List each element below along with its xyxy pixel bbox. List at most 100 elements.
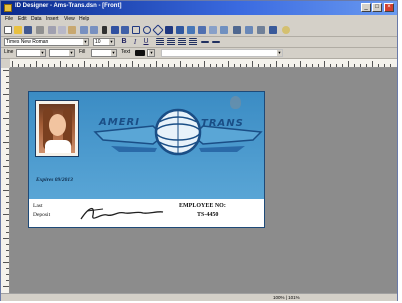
signature-icon[interactable] bbox=[77, 201, 167, 225]
font-name-select[interactable]: Times New Roman ▼ bbox=[4, 38, 89, 46]
new-icon[interactable] bbox=[4, 26, 12, 34]
italic-button[interactable]: I bbox=[131, 38, 139, 46]
employee-number-label[interactable]: EMPLOYEE NO: bbox=[179, 203, 226, 209]
title-bar[interactable]: ID Designer - Ams-Trans.dsn - [Front] _ … bbox=[1, 1, 397, 15]
undo-icon[interactable] bbox=[80, 26, 88, 34]
font-name-value: Times New Roman bbox=[6, 39, 49, 45]
copy-icon[interactable] bbox=[58, 26, 66, 34]
redo-icon[interactable] bbox=[90, 26, 98, 34]
ruler-tick bbox=[216, 64, 217, 67]
ruler-tick bbox=[3, 118, 9, 119]
group-icon[interactable] bbox=[245, 26, 253, 34]
bold-button[interactable]: B bbox=[120, 38, 128, 46]
ruler-tick bbox=[6, 112, 9, 113]
menu-view[interactable]: View bbox=[64, 16, 75, 22]
menu-help[interactable]: Help bbox=[79, 16, 89, 22]
print-preview-icon[interactable] bbox=[269, 26, 277, 34]
ruler-tick bbox=[6, 88, 9, 89]
barcode-icon[interactable] bbox=[176, 26, 184, 34]
align-left-icon[interactable] bbox=[156, 38, 164, 46]
corner-emblem-icon[interactable] bbox=[230, 96, 241, 109]
paste-icon[interactable] bbox=[68, 26, 76, 34]
pointer-icon[interactable] bbox=[102, 26, 107, 34]
rectangle-tool-icon[interactable] bbox=[132, 26, 140, 34]
fill-select[interactable]: ▼ bbox=[91, 49, 117, 57]
winged-globe-logo bbox=[93, 108, 263, 156]
ruler-tick bbox=[3, 94, 9, 95]
ruler-tick bbox=[6, 136, 9, 137]
ruler-tick bbox=[306, 64, 307, 67]
ruler-tick bbox=[330, 64, 331, 67]
align-icon[interactable] bbox=[233, 26, 241, 34]
text-tool-icon[interactable] bbox=[111, 26, 119, 34]
line-style-select[interactable]: ▼ bbox=[16, 49, 46, 57]
ruler-tick bbox=[6, 274, 9, 275]
ruler-tick bbox=[60, 61, 61, 67]
font-size-select[interactable]: 10 ▼ bbox=[93, 38, 115, 46]
justify-icon[interactable] bbox=[189, 38, 197, 46]
ruler-tick bbox=[6, 172, 9, 173]
ruler-tick bbox=[186, 64, 187, 67]
menu-file[interactable]: File bbox=[5, 16, 13, 22]
maximize-button[interactable]: □ bbox=[372, 3, 382, 12]
app-icon bbox=[4, 4, 12, 12]
menu-insert[interactable]: Insert bbox=[46, 16, 59, 22]
help-icon[interactable] bbox=[282, 26, 290, 34]
last-name[interactable]: Deposit bbox=[33, 212, 50, 218]
zoom-icon[interactable] bbox=[257, 26, 265, 34]
text-color-dropdown[interactable]: ▼ bbox=[147, 49, 155, 57]
object-name-field[interactable]: ▼ bbox=[161, 49, 283, 57]
ruler-tick bbox=[168, 64, 169, 67]
image-tool-icon[interactable] bbox=[165, 26, 173, 34]
menu-edit[interactable]: Edit bbox=[18, 16, 27, 22]
ruler-tick bbox=[78, 64, 79, 67]
ruler-tick bbox=[3, 70, 9, 71]
photo-frame[interactable] bbox=[35, 100, 79, 157]
chevron-down-icon: ▼ bbox=[83, 39, 88, 45]
letter-spacing-icon[interactable] bbox=[212, 41, 220, 43]
underline-button[interactable]: U bbox=[142, 38, 150, 46]
print-icon[interactable] bbox=[36, 26, 44, 34]
cut-icon[interactable] bbox=[48, 26, 56, 34]
ruler-tick bbox=[48, 64, 49, 67]
ruler-tick bbox=[294, 64, 295, 67]
photo-shirt bbox=[45, 140, 71, 153]
text-color-swatch[interactable] bbox=[135, 50, 145, 56]
ruler-tick bbox=[354, 64, 355, 67]
close-button[interactable]: × bbox=[384, 3, 394, 12]
ruler-tick bbox=[270, 64, 271, 67]
chevron-down-icon: ▼ bbox=[277, 50, 282, 56]
diamond-tool-icon[interactable] bbox=[152, 24, 164, 36]
align-center-icon[interactable] bbox=[167, 38, 175, 46]
line-tool-icon[interactable] bbox=[121, 26, 129, 34]
brand-name-left[interactable]: AMERI bbox=[99, 117, 140, 128]
ruler-tick bbox=[252, 61, 253, 67]
ruler-tick bbox=[234, 64, 235, 67]
ruler-tick bbox=[300, 61, 301, 67]
brand-name-right[interactable]: TRANS bbox=[201, 118, 244, 129]
employee-number[interactable]: TS-4450 bbox=[197, 212, 218, 218]
first-name[interactable]: Last bbox=[33, 203, 42, 209]
preview-icon[interactable] bbox=[198, 26, 206, 34]
grid-icon[interactable] bbox=[220, 26, 228, 34]
line-width-select[interactable]: ▼ bbox=[49, 49, 75, 57]
ruler-tick bbox=[6, 268, 9, 269]
database-icon[interactable] bbox=[187, 26, 195, 34]
ruler-tick bbox=[6, 202, 9, 203]
ruler-tick bbox=[3, 262, 9, 263]
align-right-icon[interactable] bbox=[178, 38, 186, 46]
menu-bar: File Edit Data Insert View Help bbox=[1, 15, 397, 24]
line-spacing-icon[interactable] bbox=[201, 41, 209, 43]
id-card[interactable]: AMERI TRANS Expires 09/2013 Last Deposit… bbox=[28, 91, 265, 228]
open-icon[interactable] bbox=[14, 26, 22, 34]
minimize-button[interactable]: _ bbox=[361, 3, 371, 12]
chevron-down-icon: ▼ bbox=[111, 50, 116, 56]
menu-data[interactable]: Data bbox=[31, 16, 42, 22]
save-icon[interactable] bbox=[24, 26, 32, 34]
ruler-tick bbox=[384, 64, 385, 67]
main-toolbar bbox=[1, 24, 397, 37]
layers-icon[interactable] bbox=[209, 26, 217, 34]
expiry-date[interactable]: Expires 09/2013 bbox=[36, 177, 73, 183]
ruler-tick bbox=[126, 64, 127, 67]
ellipse-tool-icon[interactable] bbox=[143, 26, 151, 34]
